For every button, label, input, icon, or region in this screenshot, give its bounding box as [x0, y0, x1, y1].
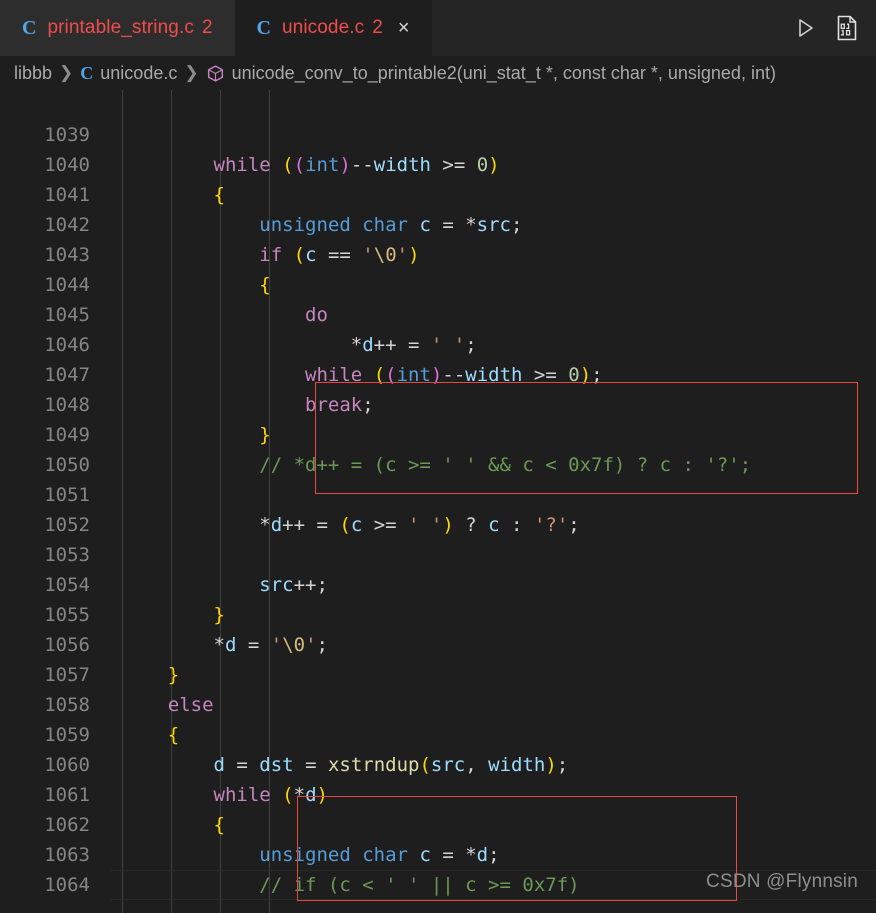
breadcrumb-label: libbb	[14, 62, 53, 83]
code-line[interactable]: 1058 {	[0, 660, 876, 746]
tab-label: printable_string.c	[47, 17, 194, 38]
code-line[interactable]: 1042 if (c == '\0')	[0, 180, 876, 266]
tab-error-badge: 2	[201, 17, 213, 38]
code-line[interactable]: 1059 d = dst = xstrndup(src, width);	[0, 690, 876, 776]
c-file-icon: C	[80, 62, 94, 83]
c-file-icon: C	[22, 17, 37, 39]
breadcrumb-item-file[interactable]: C unicode.c	[80, 63, 177, 84]
editor-actions	[792, 0, 876, 56]
code-line[interactable]: 1040 {	[0, 120, 876, 206]
code-line[interactable]: 1054 }	[0, 540, 876, 626]
breadcrumb-label: unicode.c	[100, 62, 178, 83]
binary-file-icon[interactable]	[834, 15, 860, 41]
code-line[interactable]: 1048 }	[0, 360, 876, 446]
vscode-window: C printable_string.c 2 C unicode.c 2 × l…	[0, 0, 876, 913]
code-line[interactable]: 1056 }	[0, 600, 876, 686]
active-line-highlight	[110, 870, 876, 900]
code-line[interactable]: 1046 while ((int)--width >= 0);	[0, 300, 876, 386]
code-line[interactable]: 1063 // if (c < ' ' || c >= 0x7f)	[0, 810, 876, 896]
tab-error-badge: 2	[372, 17, 383, 38]
code-line-active[interactable]: 1065 if (c < ' ')	[0, 870, 876, 900]
code-lines: 1039 while ((int)--width >= 0) 1040 { 10…	[0, 90, 876, 913]
tab-printable_string-c[interactable]: C printable_string.c 2	[0, 0, 235, 56]
breadcrumb-label: unicode_conv_to_printable2(uni_stat_t *,…	[231, 62, 776, 83]
code-line[interactable]: 1060 while (*d)	[0, 720, 876, 806]
tab-list: C printable_string.c 2 C unicode.c 2 ×	[0, 0, 432, 56]
code-line[interactable]: 1062 unsigned char c = *d;	[0, 780, 876, 866]
editor-tab-bar: C printable_string.c 2 C unicode.c 2 ×	[0, 0, 876, 56]
run-icon[interactable]	[792, 15, 818, 41]
code-line[interactable]: 1049 // *d++ = (c >= ' ' && c < 0x7f) ? …	[0, 390, 876, 476]
code-line[interactable]: 1052	[0, 480, 876, 536]
c-file-icon: C	[256, 17, 271, 39]
breadcrumb-item-symbol[interactable]: unicode_conv_to_printable2(uni_stat_t *,…	[206, 63, 776, 84]
code-line[interactable]: 1045 *d++ = ' ';	[0, 270, 876, 356]
code-line[interactable]: 1044 do	[0, 240, 876, 326]
code-editor[interactable]: 1039 while ((int)--width >= 0) 1040 { 10…	[0, 90, 876, 913]
code-line[interactable]: 1055 *d = '\0';	[0, 570, 876, 656]
code-line[interactable]: 1053 src++;	[0, 510, 876, 596]
tab-label: unicode.c	[281, 17, 365, 38]
code-line[interactable]: 1043 {	[0, 210, 876, 296]
tab-unicode-c[interactable]: C unicode.c 2 ×	[234, 0, 432, 56]
code-line[interactable]: 1064	[0, 840, 876, 896]
symbol-method-icon	[206, 64, 225, 83]
code-line[interactable]: 1057 else	[0, 630, 876, 716]
code-line[interactable]: 1066	[0, 900, 876, 913]
code-line[interactable]: 1039 while ((int)--width >= 0)	[0, 90, 876, 176]
chevron-right-icon: ❯	[59, 63, 74, 82]
code-line[interactable]: 1047 break;	[0, 330, 876, 416]
chevron-right-icon: ❯	[184, 63, 199, 82]
breadcrumb-item-folder[interactable]: libbb	[14, 63, 52, 84]
close-icon[interactable]: ×	[398, 18, 410, 38]
code-line[interactable]: 1061 {	[0, 750, 876, 836]
code-line[interactable]: 1041 unsigned char c = *src;	[0, 150, 876, 236]
breadcrumb: libbb ❯ C unicode.c ❯ unicode_conv_to_pr…	[0, 56, 876, 90]
code-line[interactable]: 1050	[0, 420, 876, 476]
code-line[interactable]: 1051 *d++ = (c >= ' ') ? c : '?';	[0, 450, 876, 536]
